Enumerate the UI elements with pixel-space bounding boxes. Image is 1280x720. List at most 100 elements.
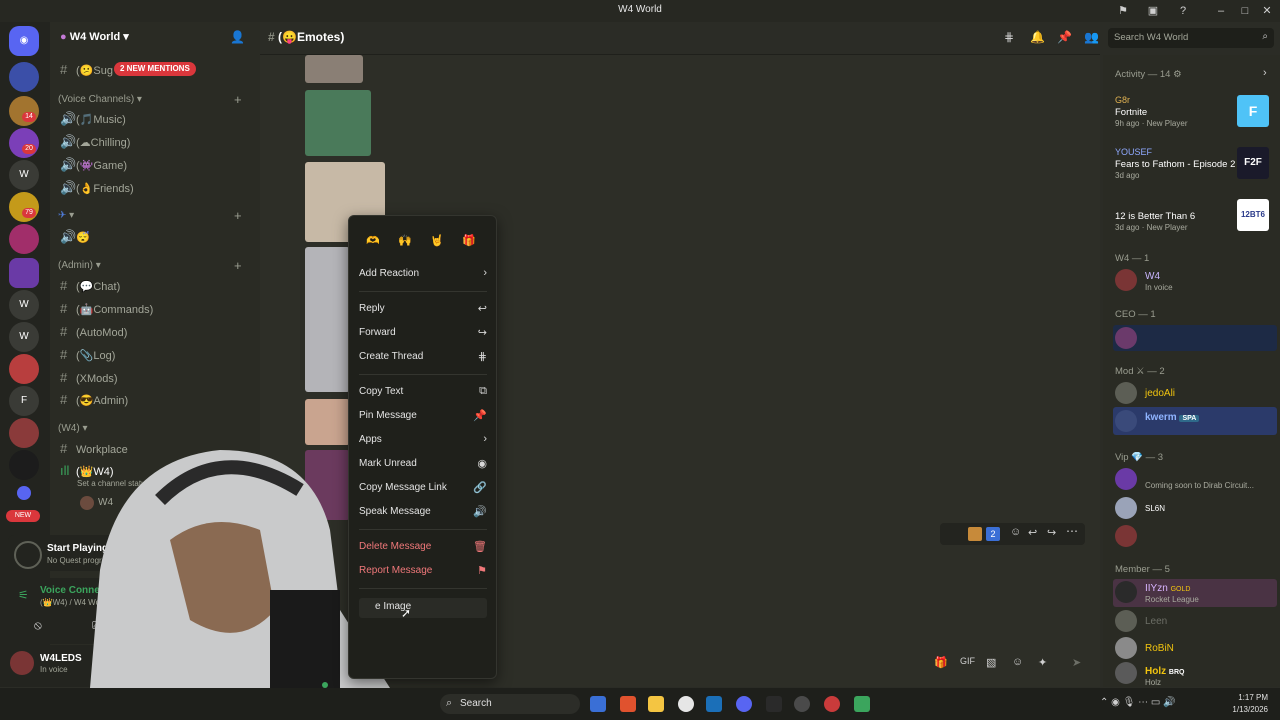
- menu-pin-message[interactable]: Pin Message 📌: [359, 407, 487, 427]
- member-row-banner[interactable]: [1113, 325, 1277, 351]
- text-channel[interactable]: # (💬Chat): [60, 278, 120, 296]
- member-name[interactable]: kwerm SPA: [1145, 412, 1200, 423]
- menu-apps[interactable]: Apps ›: [359, 431, 487, 451]
- clock-time[interactable]: 1:17 PM: [1222, 693, 1268, 702]
- category-admin[interactable]: (Admin) ▾: [58, 260, 101, 271]
- noise-suppression-icon[interactable]: ⦸: [34, 618, 42, 633]
- inbox-icon[interactable]: ⚑: [1116, 4, 1130, 18]
- server-name-button[interactable]: ● W4 World ▾: [60, 30, 129, 43]
- server-icon[interactable]: [9, 62, 39, 92]
- emoji-icon[interactable]: ☺: [1012, 656, 1023, 668]
- activity-game[interactable]: Fears to Fathom - Episode 2: [1115, 159, 1235, 170]
- brave-icon[interactable]: [620, 696, 636, 712]
- voice-channel[interactable]: 🔊(🎵Music): [60, 111, 126, 129]
- quick-reaction[interactable]: 🫶: [363, 234, 383, 252]
- server-icon[interactable]: W: [9, 290, 39, 320]
- text-channel[interactable]: # (🤖Commands): [60, 301, 153, 319]
- activity-user[interactable]: YOUSEF: [1115, 147, 1152, 157]
- avatar[interactable]: [1115, 269, 1137, 291]
- category-voice[interactable]: (Voice Channels) ▾: [58, 94, 142, 105]
- avatar[interactable]: [1115, 382, 1137, 404]
- send-icon[interactable]: ➤: [1072, 656, 1081, 669]
- member-name[interactable]: W4: [1145, 271, 1160, 282]
- text-channel[interactable]: # (😎Admin): [60, 392, 128, 410]
- reply-icon[interactable]: ↩: [1028, 526, 1037, 539]
- taskbar-search[interactable]: ⌕ Search: [440, 694, 580, 714]
- close-icon[interactable]: ✕: [1260, 4, 1274, 18]
- new-mentions-pill[interactable]: 2 NEW MENTIONS: [114, 62, 196, 76]
- channel-item[interactable]: # (😕Sug: [60, 62, 113, 80]
- reaction-count[interactable]: 2: [986, 527, 1000, 541]
- server-icon[interactable]: [9, 354, 39, 384]
- add-member-icon[interactable]: 👤: [230, 30, 245, 44]
- gift-icon[interactable]: 🎁: [934, 656, 948, 669]
- member-name[interactable]: IIYzn GOLD: [1145, 583, 1190, 594]
- text-channel[interactable]: # (XMods): [60, 370, 118, 388]
- server-icon[interactable]: W: [9, 160, 39, 190]
- category-unnamed[interactable]: ✈ ▾: [58, 210, 74, 221]
- server-icon[interactable]: F: [9, 386, 39, 416]
- store-icon[interactable]: [590, 696, 606, 712]
- menu-copy-link[interactable]: Copy Message Link 🔗: [359, 479, 487, 499]
- menu-image-item[interactable]: e Image: [359, 598, 487, 618]
- emote-image[interactable]: [305, 55, 363, 83]
- more-icon[interactable]: ⋯: [1066, 524, 1078, 538]
- epic-icon[interactable]: [766, 696, 782, 712]
- steam-icon[interactable]: [706, 696, 722, 712]
- voice-channel[interactable]: 🔊(☁Chilling): [60, 134, 130, 152]
- member-name[interactable]: jedoAli: [1145, 388, 1175, 399]
- app-icon[interactable]: [794, 696, 810, 712]
- avatar[interactable]: [1115, 497, 1137, 519]
- search-input[interactable]: Search W4 World ⌕: [1108, 28, 1274, 48]
- avatar[interactable]: [1115, 581, 1137, 603]
- reaction-icon[interactable]: [968, 527, 982, 541]
- member-list-icon[interactable]: 👥: [1084, 30, 1099, 44]
- server-icon[interactable]: W: [9, 322, 39, 352]
- menu-delete-message[interactable]: Delete Message 🗑: [359, 538, 487, 558]
- clock-date[interactable]: 1/13/2026: [1222, 705, 1268, 714]
- server-icon[interactable]: [9, 224, 39, 254]
- avatar[interactable]: [1115, 410, 1137, 432]
- screen-icon[interactable]: ▣: [1146, 4, 1160, 18]
- discord-icon[interactable]: [736, 696, 752, 712]
- threads-icon[interactable]: ⋕: [1004, 30, 1014, 44]
- avatar[interactable]: [10, 651, 34, 675]
- bell-icon[interactable]: 🔔: [1030, 30, 1045, 44]
- maximize-icon[interactable]: □: [1238, 4, 1252, 18]
- add-channel-icon[interactable]: +: [234, 208, 242, 223]
- activity-game[interactable]: Fortnite: [1115, 107, 1147, 118]
- server-icon[interactable]: [9, 418, 39, 448]
- menu-add-reaction[interactable]: Add Reaction ›: [359, 265, 487, 285]
- avatar[interactable]: [1115, 610, 1137, 632]
- emote-image[interactable]: [305, 90, 371, 156]
- sticker-icon[interactable]: ▧: [986, 656, 996, 669]
- member-name[interactable]: RoBiN: [1145, 643, 1174, 654]
- menu-reply[interactable]: Reply ↩: [359, 300, 487, 320]
- activity-game[interactable]: 12 is Better Than 6: [1115, 211, 1195, 222]
- help-icon[interactable]: ?: [1176, 4, 1190, 18]
- app-icon[interactable]: [824, 696, 840, 712]
- tray-icons[interactable]: ⌃ ◉ 🎙 ⋯ ▭ 🔊: [1100, 697, 1176, 708]
- menu-create-thread[interactable]: Create Thread ⋕: [359, 348, 487, 368]
- menu-copy-text[interactable]: Copy Text ⧉: [359, 383, 487, 403]
- emote-image[interactable]: [305, 247, 350, 392]
- app-icon[interactable]: [854, 696, 870, 712]
- text-channel[interactable]: # (AutoMod): [60, 324, 127, 342]
- avatar[interactable]: [1115, 468, 1137, 490]
- avatar[interactable]: [1115, 327, 1137, 349]
- discord-home-icon[interactable]: ◉: [9, 26, 39, 56]
- menu-report-message[interactable]: Report Message ⚑: [359, 562, 487, 582]
- menu-mark-unread[interactable]: Mark Unread ◉: [359, 455, 487, 475]
- gif-icon[interactable]: GIF: [960, 656, 975, 666]
- member-name[interactable]: Holz BRQ: [1145, 666, 1184, 677]
- server-icon[interactable]: [9, 450, 39, 480]
- quick-reaction[interactable]: 🎁: [459, 234, 479, 252]
- text-channel[interactable]: # (📎Log): [60, 347, 115, 365]
- forward-icon[interactable]: ↪: [1047, 526, 1056, 539]
- member-name[interactable]: Leen: [1145, 616, 1167, 627]
- obs-icon[interactable]: [678, 696, 694, 712]
- folder-icon[interactable]: [17, 486, 31, 500]
- add-reaction-icon[interactable]: ☺: [1010, 526, 1021, 538]
- avatar[interactable]: [1115, 662, 1137, 684]
- quick-reaction[interactable]: 🙌: [395, 234, 415, 252]
